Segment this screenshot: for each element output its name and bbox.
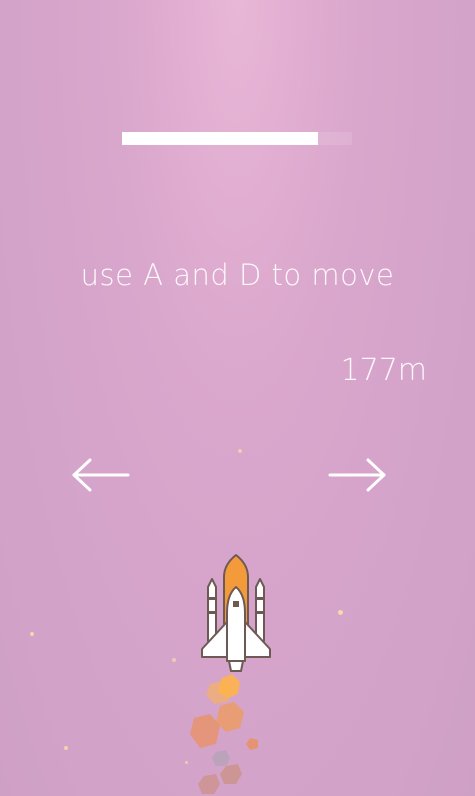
spark-particle [64, 746, 68, 750]
fuel-progress-fill [122, 132, 318, 145]
rocket-exhaust [190, 674, 258, 794]
spark-particle [338, 610, 343, 615]
instruction-text: use A and D to move [80, 258, 395, 292]
arrow-right-icon[interactable] [326, 455, 388, 495]
spark-particle [30, 632, 34, 636]
fuel-progress-bar [122, 132, 352, 145]
space-shuttle-icon [201, 554, 271, 672]
distance-counter: 177m [340, 353, 427, 388]
game-scene: use A and D to move 177m [0, 0, 475, 796]
arrow-left-icon[interactable] [70, 455, 132, 495]
spark-particle [238, 449, 242, 453]
spark-particle [172, 658, 176, 662]
